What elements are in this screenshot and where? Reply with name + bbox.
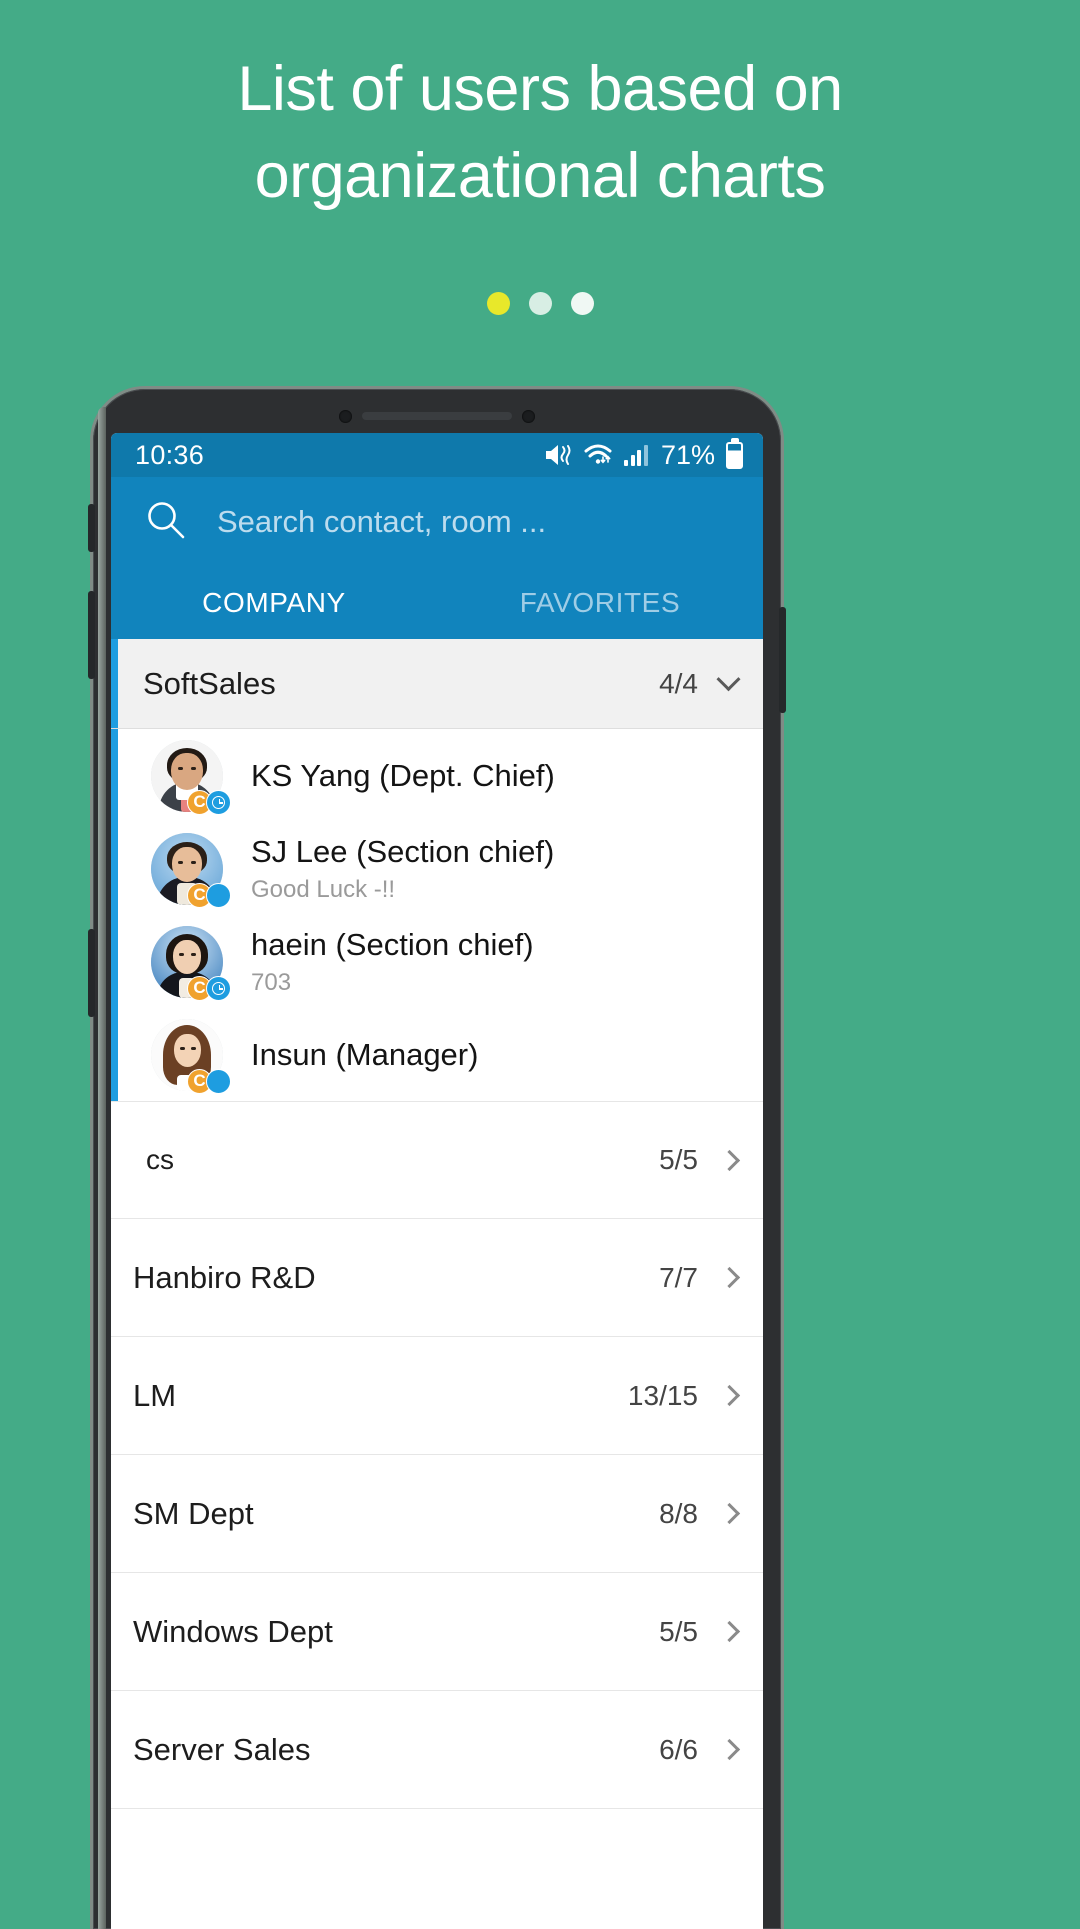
contact-name: SJ Lee (Section chief) <box>251 834 555 870</box>
department-row-sm-dept[interactable]: SM Dept 8/8 <box>111 1455 763 1573</box>
department-name: SM Dept <box>133 1495 254 1531</box>
presence-online-icon <box>206 882 231 908</box>
status-bar-clock: 10:36 <box>135 439 205 470</box>
phone-screen: 10:36 71% Search contact, room ... COMPA… <box>111 433 763 1929</box>
list-item[interactable]: C KS Yang (Dept. Chief) <box>111 729 763 822</box>
contact-name: haein (Section chief) <box>251 927 534 963</box>
contact-list: C KS Yang (Dept. Chief) C SJ Lee (Sectio… <box>111 729 763 1101</box>
group-header-softsales[interactable]: SoftSales 4/4 <box>111 639 763 729</box>
group-name-label: SoftSales <box>143 665 276 701</box>
avatar: C <box>151 739 231 815</box>
tab-bar: COMPANY FAVORITES <box>111 567 763 639</box>
department-name: Hanbiro R&D <box>133 1259 316 1295</box>
page-dot-2[interactable] <box>528 292 552 315</box>
department-member-count: 13/15 <box>627 1379 698 1411</box>
page-dot-3[interactable] <box>570 292 594 315</box>
presence-away-icon <box>206 975 231 1001</box>
search-bar[interactable]: Search contact, room ... <box>111 477 763 567</box>
page-dot-1[interactable] <box>486 292 510 315</box>
sensor-icon <box>522 409 535 423</box>
battery-icon <box>726 441 743 469</box>
search-icon <box>145 499 187 546</box>
avatar: C <box>151 925 231 1001</box>
tab-company[interactable]: COMPANY <box>111 567 437 639</box>
phone-button-volume-down <box>88 929 95 1017</box>
search-input[interactable]: Search contact, room ... <box>217 504 546 540</box>
department-row-hanbiro-rd[interactable]: Hanbiro R&D 7/7 <box>111 1219 763 1337</box>
department-member-count: 5/5 <box>659 1615 698 1647</box>
mute-icon <box>544 442 572 468</box>
department-name: Server Sales <box>133 1731 311 1767</box>
department-row-windows-dept[interactable]: Windows Dept 5/5 <box>111 1573 763 1691</box>
department-member-count: 6/6 <box>659 1733 698 1765</box>
chevron-right-icon[interactable] <box>718 1502 741 1525</box>
contact-status-message: Good Luck -!! <box>251 875 396 903</box>
earpiece-speaker <box>362 412 512 420</box>
department-name: LM <box>133 1377 177 1413</box>
chevron-right-icon[interactable] <box>718 1266 741 1289</box>
phone-button-volume-up <box>88 591 95 679</box>
tab-favorites[interactable]: FAVORITES <box>437 567 763 639</box>
group-accent-bar <box>111 639 118 728</box>
status-bar: 10:36 71% <box>111 433 763 477</box>
page-title: List of users based on organizational ch… <box>237 54 843 211</box>
list-item[interactable]: C haein (Section chief) 703 <box>111 915 763 1008</box>
department-row-server-sales[interactable]: Server Sales 6/6 <box>111 1691 763 1809</box>
department-row-lm[interactable]: LM 13/15 <box>111 1337 763 1455</box>
department-row-cs[interactable]: cs 5/5 <box>111 1101 763 1219</box>
phone-notch <box>93 399 781 433</box>
phone-mockup: 10:36 71% Search contact, room ... COMPA… <box>88 389 786 1929</box>
contact-name: Insun (Manager) <box>251 1036 479 1072</box>
contact-name: KS Yang (Dept. Chief) <box>251 757 555 793</box>
list-item[interactable]: C SJ Lee (Section chief) Good Luck -!! <box>111 822 763 915</box>
list-item[interactable]: C Insun (Manager) <box>111 1008 763 1101</box>
app-bar: Search contact, room ... COMPANY FAVORIT… <box>111 477 763 639</box>
avatar: C <box>151 832 231 908</box>
chevron-right-icon[interactable] <box>718 1149 741 1171</box>
department-name: cs <box>146 1144 174 1175</box>
group-member-count: 4/4 <box>659 667 698 699</box>
phone-button-assistant <box>88 504 95 552</box>
front-camera-icon <box>339 409 352 423</box>
department-member-count: 5/5 <box>659 1144 698 1175</box>
wifi-icon <box>583 443 613 467</box>
signal-icon <box>624 444 648 466</box>
avatar: C <box>151 1018 231 1094</box>
phone-button-power <box>779 607 786 713</box>
battery-percent-label: 71% <box>660 439 715 470</box>
contact-status-message: 703 <box>251 968 292 996</box>
presence-online-icon <box>206 1068 231 1094</box>
department-name: Windows Dept <box>133 1613 333 1649</box>
carousel-page-indicator <box>0 292 1080 315</box>
chevron-right-icon[interactable] <box>718 1620 741 1643</box>
chevron-right-icon[interactable] <box>718 1384 741 1407</box>
department-member-count: 8/8 <box>659 1497 698 1529</box>
presence-away-icon <box>206 789 231 815</box>
department-member-count: 7/7 <box>659 1261 698 1293</box>
chevron-right-icon[interactable] <box>718 1738 741 1761</box>
chevron-down-icon[interactable] <box>716 667 741 692</box>
